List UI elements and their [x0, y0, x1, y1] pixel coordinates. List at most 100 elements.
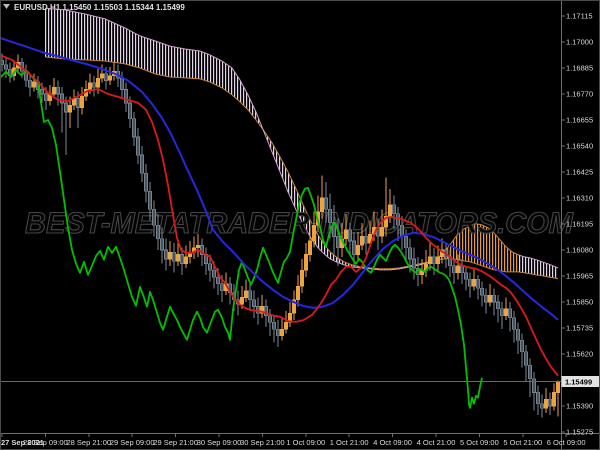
candle-body — [52, 86, 56, 95]
candle-body — [516, 328, 520, 341]
candle-body — [124, 89, 128, 104]
candle-body — [544, 398, 548, 409]
time-tick-label: 1 Oct 09:00 — [286, 438, 325, 447]
price-axis[interactable]: 1.17115 1.17000 1.16885 1.16770 1.16655 1.165… — [561, 12, 594, 437]
current-price-text: 1.15499 — [565, 377, 592, 386]
candle-body — [76, 98, 80, 108]
candle-body — [296, 285, 300, 301]
candle-body — [324, 197, 328, 210]
candle-body — [400, 224, 404, 237]
candle-body — [88, 82, 92, 90]
candle-body — [436, 256, 440, 264]
candle-body — [336, 236, 340, 248]
candle-body — [392, 204, 396, 215]
candle-body — [308, 240, 312, 255]
candle-body — [388, 204, 392, 217]
candle-body — [360, 236, 364, 246]
candle-body — [300, 269, 304, 287]
price-tick-label: 1.16080 — [566, 246, 593, 255]
price-tick-label: 1.17115 — [566, 12, 593, 21]
time-tick-label: 6 Oct 09:00 — [547, 438, 586, 447]
candle-body — [484, 294, 488, 303]
candle-body — [180, 254, 184, 264]
candle-body — [468, 279, 472, 287]
candle-body — [480, 288, 484, 296]
price-chart[interactable]: EURUSD,H1 1.15450 1.15503 1.15344 1.1549… — [0, 0, 600, 450]
candle-body — [240, 297, 244, 305]
candle-body — [280, 328, 284, 337]
price-tick-label: 1.15620 — [566, 350, 593, 359]
price-tick-label: 1.16885 — [566, 64, 593, 73]
time-tick-label: 29 Sep 21:00 — [153, 438, 198, 447]
time-tick-label: 5 Oct 21:00 — [503, 438, 542, 447]
time-tick-label: 4 Oct 21:00 — [417, 438, 456, 447]
candle-body — [140, 154, 144, 174]
candle-body — [40, 89, 44, 95]
candle-body — [108, 75, 112, 81]
chart-title-text: EURUSD,H1 1.15450 1.15503 1.15344 1.1549… — [14, 3, 185, 12]
candle-body — [312, 224, 316, 242]
candle-body — [556, 381, 560, 393]
candle-body — [456, 265, 460, 273]
candle-body — [4, 64, 8, 70]
candle-body — [496, 301, 500, 310]
candle-body — [220, 283, 224, 291]
candle-body — [160, 238, 164, 251]
candle-body — [548, 398, 552, 407]
candle-body — [96, 77, 100, 88]
candle-body — [540, 403, 544, 409]
current-price-label: 1.15499 — [561, 375, 600, 387]
candle-body — [508, 308, 512, 319]
price-tick-label: 1.16310 — [566, 194, 593, 203]
candle-body — [60, 93, 64, 104]
symbol-dropdown-icon — [3, 4, 10, 9]
candle-body — [176, 254, 180, 262]
candle-body — [244, 290, 248, 298]
candle-body — [144, 172, 148, 192]
candle-body — [460, 265, 464, 273]
candle-body — [132, 118, 136, 138]
candle-body — [44, 93, 48, 102]
candle-body — [492, 294, 496, 303]
candle-body — [56, 86, 60, 95]
candle-body — [68, 105, 72, 113]
candle-body — [356, 245, 360, 255]
time-tick-label: 28 Sep 21:00 — [66, 438, 111, 447]
price-tick-label: 1.17000 — [566, 38, 593, 47]
candle-body — [80, 96, 84, 108]
candle-body — [348, 229, 352, 242]
candle-body — [272, 321, 276, 330]
candle-body — [64, 102, 68, 113]
candle-body — [432, 256, 436, 264]
candle-body — [28, 80, 32, 88]
candle-body — [208, 263, 212, 271]
candle-body — [128, 102, 132, 120]
price-tick-label: 1.16770 — [566, 90, 593, 99]
price-tick-label: 1.15735 — [566, 324, 593, 333]
candle-body — [428, 256, 432, 264]
time-tick-label: 30 Sep 09:00 — [197, 438, 242, 447]
candle-body — [184, 256, 188, 264]
candle-body — [412, 258, 416, 269]
candle-body — [216, 276, 220, 285]
candle-body — [512, 317, 516, 330]
candle-body — [472, 279, 476, 287]
candle-body — [552, 392, 556, 407]
time-tick-label: 5 Oct 09:00 — [460, 438, 499, 447]
time-tick-label: 30 Sep 21:00 — [240, 438, 285, 447]
time-axis[interactable]: 27 Sep 202128 Sep 09:0028 Sep 21:0029 Se… — [1, 433, 586, 448]
candle-body — [252, 299, 256, 307]
candle-body — [380, 227, 384, 237]
candle-body — [500, 308, 504, 316]
candle-body — [152, 209, 156, 226]
price-tick-label: 1.15850 — [566, 298, 593, 307]
price-tick-label: 1.15390 — [566, 402, 593, 411]
candle-body — [452, 265, 456, 273]
time-tick-label: 28 Sep 09:00 — [23, 438, 68, 447]
candle-body — [196, 245, 200, 249]
candle-body — [156, 224, 160, 240]
time-tick-label: 29 Sep 09:00 — [110, 438, 155, 447]
price-tick-label: 1.16540 — [566, 142, 593, 151]
price-tick-label: 1.16425 — [566, 168, 593, 177]
candle-body — [268, 315, 272, 323]
